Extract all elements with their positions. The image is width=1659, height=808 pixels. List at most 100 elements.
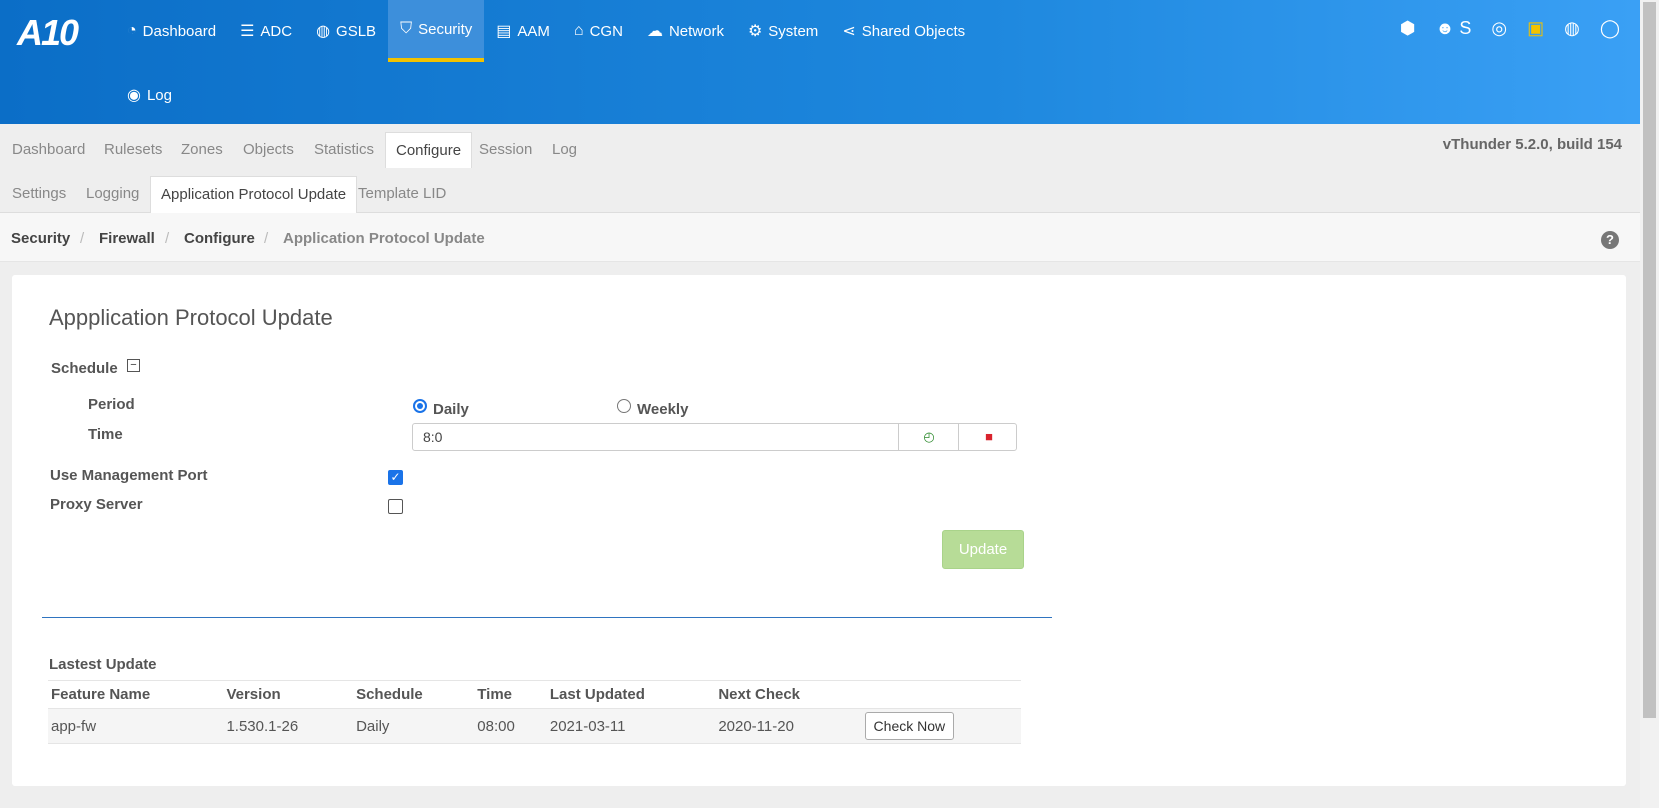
tab-configure[interactable]: Configure (385, 132, 473, 169)
cell-action: Check Now (861, 708, 1021, 744)
nav-aam[interactable]: ▤ AAM (484, 0, 562, 62)
tab-zones[interactable]: Zones (171, 132, 233, 168)
cell-version: 1.530.1-26 (223, 708, 354, 744)
nav-label: Security (418, 20, 473, 38)
table-header-row: Feature Name Version Schedule Time Last … (48, 680, 1021, 709)
time-input[interactable]: 8:0 ◴ ■ (412, 423, 1017, 451)
eye-icon: ◉ (127, 87, 141, 104)
share-icon: ⋖ (842, 23, 856, 40)
tab-rulesets[interactable]: Rulesets (94, 132, 172, 168)
proxy-server-label: Proxy Server (50, 496, 143, 513)
breadcrumb-firewall[interactable]: Firewall (99, 230, 155, 247)
schedule-label: Schedule (51, 360, 118, 377)
globe-icon: ◍ (316, 23, 331, 40)
gear-icon: ⚙ (747, 23, 763, 40)
nav-cgn[interactable]: ⌂ CGN (562, 0, 635, 62)
tab-dashboard[interactable]: Dashboard (2, 132, 95, 168)
nav-security[interactable]: ⛉ Security (388, 0, 485, 62)
col-version: Version (223, 680, 354, 709)
tab-settings[interactable]: Settings (2, 176, 76, 212)
breadcrumb-security[interactable]: Security (11, 230, 70, 247)
use-management-port-label: Use Management Port (50, 467, 208, 484)
a10-logo: A10 (17, 12, 79, 53)
nav-dashboard[interactable]: ◔ Dashboard (115, 0, 228, 62)
time-value: 8:0 (423, 429, 443, 445)
nav-label: AAM (517, 22, 550, 40)
server-icon: ☰ (240, 23, 255, 40)
save-icon[interactable]: ▣ (1527, 18, 1544, 39)
period-weekly-radio[interactable] (617, 399, 631, 413)
tab-log[interactable]: Log (542, 132, 587, 168)
page-title: Appplication Protocol Update (49, 305, 333, 330)
cell-schedule: Daily (353, 708, 475, 744)
nav-shared-objects[interactable]: ⋖ Shared Objects (830, 0, 977, 62)
tab-application-protocol-update[interactable]: Application Protocol Update (150, 176, 358, 213)
header-actions: ⬢ ☻ S ◎ ▣ ◍ ◯ (1400, 18, 1620, 39)
cell-feature-name: app-fw (48, 708, 224, 744)
nav-label: ADC (260, 22, 293, 40)
latest-update-title: Lastest Update (49, 656, 157, 673)
scrollbar-thumb[interactable] (1643, 2, 1656, 718)
cell-next-check: 2020-11-20 (715, 708, 862, 744)
collapse-icon[interactable]: − (127, 359, 140, 372)
breadcrumb-current: Application Protocol Update (283, 230, 485, 247)
nav-gslb[interactable]: ◍ GSLB (304, 0, 388, 62)
nav-label: GSLB (336, 22, 377, 40)
cubes-icon[interactable]: ⬢ (1400, 18, 1416, 39)
shield-icon: ⛉ (400, 20, 413, 37)
users-icon[interactable]: ☻ S (1435, 18, 1471, 39)
table-row: app-fw 1.530.1-26 Daily 08:00 2021-03-11… (48, 708, 1021, 744)
module-tabs: Dashboard Rulesets Zones Objects Statist… (0, 124, 1640, 169)
proxy-server-checkbox[interactable] (388, 499, 403, 514)
scrollbar[interactable] (1640, 0, 1659, 808)
update-button[interactable]: Update (942, 530, 1024, 569)
breadcrumb-separator: / (264, 230, 269, 247)
nav-log[interactable]: ◉ Log (115, 64, 184, 126)
col-time: Time (474, 680, 547, 709)
time-label: Time (88, 426, 123, 443)
nav-adc[interactable]: ☰ ADC (228, 0, 304, 62)
check-now-button[interactable]: Check Now (864, 712, 955, 740)
configure-subtabs: Settings Logging Application Protocol Up… (0, 168, 1640, 213)
user-icon[interactable]: ◯ (1600, 18, 1620, 39)
secondary-nav: ◉ Log (115, 64, 184, 126)
breadcrumb-separator: / (165, 230, 170, 247)
tab-objects[interactable]: Objects (233, 132, 304, 168)
clock-icon[interactable]: ◴ (898, 424, 959, 450)
cell-time: 08:00 (474, 708, 547, 744)
support-icon[interactable]: ◎ (1491, 18, 1507, 39)
tab-template-lid[interactable]: Template LID (348, 176, 456, 212)
dashboard-icon: ◔ (127, 22, 137, 39)
section-divider (42, 617, 1052, 618)
tab-logging[interactable]: Logging (76, 176, 149, 212)
period-daily-label: Daily (433, 401, 469, 418)
col-schedule: Schedule (353, 680, 475, 709)
period-daily-radio[interactable] (413, 399, 427, 413)
inbox-icon: ⌂ (573, 22, 584, 39)
use-management-port-checkbox[interactable]: ✓ (388, 470, 403, 485)
col-feature-name: Feature Name (48, 680, 224, 709)
breadcrumb-configure[interactable]: Configure (184, 230, 255, 247)
nav-system[interactable]: ⚙ System (736, 0, 830, 62)
trash-icon[interactable]: ■ (958, 424, 1019, 450)
cloud-icon: ☁ (646, 23, 663, 40)
nav-network[interactable]: ☁ Network (635, 0, 736, 62)
version-label: vThunder 5.2.0, build 154 (1442, 136, 1622, 153)
tab-session[interactable]: Session (469, 132, 542, 168)
nav-label: Shared Objects (861, 22, 966, 40)
breadcrumb: Security / Firewall / Configure / Applic… (0, 213, 1640, 262)
period-weekly-label: Weekly (637, 401, 689, 418)
latest-update-table: Feature Name Version Schedule Time Last … (48, 680, 1021, 744)
nav-label: Log (146, 86, 172, 104)
col-last-updated: Last Updated (546, 680, 716, 709)
nav-label: System (768, 22, 819, 40)
main-nav: ◔ Dashboard ☰ ADC ◍ GSLB ⛉ Security ▤ AAM ⌂ CG… (115, 0, 977, 62)
cell-last-updated: 2021-03-11 (546, 708, 716, 744)
period-label: Period (88, 396, 135, 413)
globe-icon[interactable]: ◍ (1564, 18, 1580, 39)
top-navbar: A10 ◔ Dashboard ☰ ADC ◍ GSLB ⛉ Security ▤ AAM… (0, 0, 1640, 124)
main-panel: Appplication Protocol Update Schedule − … (12, 275, 1626, 786)
help-icon[interactable]: ? (1601, 231, 1619, 249)
nav-label: Dashboard (142, 22, 217, 40)
tab-statistics[interactable]: Statistics (304, 132, 384, 168)
